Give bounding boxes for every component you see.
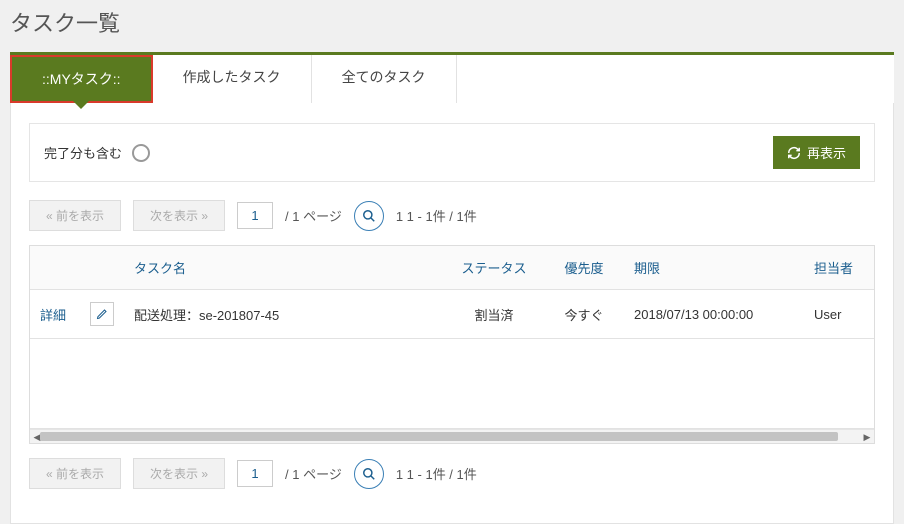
horizontal-scrollbar[interactable]: ◀ ▶: [30, 429, 874, 443]
record-count-label-bottom: 1 1 - 1件 / 1件: [396, 464, 477, 483]
task-table: タスク名 ステータス 優先度 期限 担当者 詳細: [30, 246, 875, 429]
tab-my-tasks[interactable]: ::MYタスク::: [10, 55, 153, 103]
search-icon: [362, 467, 376, 481]
prev-page-button-bottom[interactable]: « 前を表示: [29, 458, 121, 489]
tab-all-tasks[interactable]: 全てのタスク: [312, 55, 457, 103]
pencil-icon: [96, 308, 108, 320]
page-search-button[interactable]: [354, 201, 384, 231]
refresh-button[interactable]: 再表示: [773, 136, 860, 169]
page-number-input[interactable]: [237, 202, 273, 229]
scroll-right-icon[interactable]: ▶: [860, 430, 874, 444]
pager-top: « 前を表示 次を表示 » / 1 ページ 1 1 - 1件 / 1件: [29, 200, 875, 231]
pager-bottom: « 前を表示 次を表示 » / 1 ページ 1 1 - 1件 / 1件: [29, 458, 875, 489]
refresh-button-label: 再表示: [807, 143, 846, 162]
scrollbar-thumb[interactable]: [40, 432, 838, 441]
cell-assignee: User: [804, 290, 875, 339]
include-completed-label: 完了分も含む: [44, 143, 122, 162]
edit-button[interactable]: [90, 302, 114, 326]
refresh-icon: [787, 146, 801, 160]
next-page-button[interactable]: 次を表示 »: [133, 200, 225, 231]
cell-task-name: 配送処理：se-201807-45: [124, 290, 444, 339]
col-assignee[interactable]: 担当者: [804, 246, 875, 290]
table-row: 詳細 配送処理：se-201807-45 割当済 今すぐ: [30, 290, 875, 339]
page-title: タスク一覧: [0, 0, 904, 52]
detail-link[interactable]: 詳細: [40, 308, 66, 323]
panel: 完了分も含む 再表示 « 前を表示 次を表示 » / 1 ページ: [10, 103, 894, 524]
col-edit: [80, 246, 124, 290]
table-empty-space: [30, 339, 875, 429]
col-status[interactable]: ステータス: [444, 246, 544, 290]
total-pages-label: / 1 ページ: [285, 206, 342, 225]
next-page-button-bottom[interactable]: 次を表示 »: [133, 458, 225, 489]
cell-priority: 今すぐ: [544, 290, 624, 339]
cell-status: 割当済: [444, 290, 544, 339]
tab-created-tasks[interactable]: 作成したタスク: [153, 55, 312, 103]
task-table-wrap: タスク名 ステータス 優先度 期限 担当者 詳細: [29, 245, 875, 444]
prev-page-button[interactable]: « 前を表示: [29, 200, 121, 231]
record-count-label: 1 1 - 1件 / 1件: [396, 206, 477, 225]
total-pages-label-bottom: / 1 ページ: [285, 464, 342, 483]
col-task-name[interactable]: タスク名: [124, 246, 444, 290]
tab-bar: ::MYタスク:: 作成したタスク 全てのタスク: [10, 52, 894, 103]
page-search-button-bottom[interactable]: [354, 459, 384, 489]
col-detail: [30, 246, 80, 290]
col-priority[interactable]: 優先度: [544, 246, 624, 290]
cell-due: 2018/07/13 00:00:00: [624, 290, 804, 339]
filter-row: 完了分も含む 再表示: [29, 123, 875, 182]
page-number-input-bottom[interactable]: [237, 460, 273, 487]
include-completed-toggle[interactable]: [132, 144, 150, 162]
search-icon: [362, 209, 376, 223]
col-due[interactable]: 期限: [624, 246, 804, 290]
